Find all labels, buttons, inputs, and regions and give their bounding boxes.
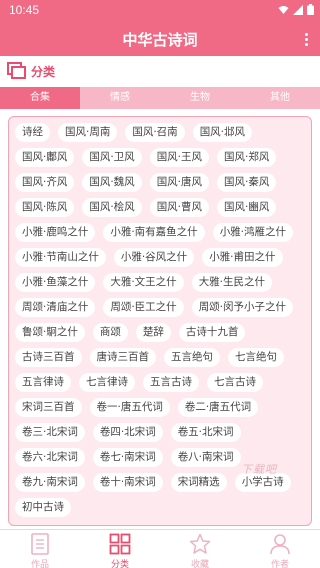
category-chip[interactable]: 小雅·节南山之什	[15, 248, 106, 267]
category-chip[interactable]: 宋词三百首	[15, 398, 82, 417]
category-chip[interactable]: 国风·王风	[149, 148, 210, 167]
category-chip[interactable]: 周颂·臣工之什	[103, 298, 184, 317]
category-chip[interactable]: 卷八·南宋词	[170, 448, 241, 467]
wifi-icon	[278, 5, 289, 18]
category-chip[interactable]: 五言古诗	[143, 373, 199, 392]
category-chip[interactable]: 七言律诗	[79, 373, 135, 392]
bottom-nav: 作品 分类 收藏 作者	[0, 529, 320, 568]
category-chip[interactable]: 诗经	[15, 123, 50, 142]
tab-3[interactable]: 其他	[240, 87, 320, 109]
category-chip[interactable]: 大雅·文王之什	[103, 273, 184, 292]
category-chip[interactable]: 小雅·甫田之什	[202, 248, 283, 267]
nav-label: 收藏	[190, 560, 209, 568]
category-chip[interactable]: 国风·周南	[58, 123, 118, 142]
section-header: 分类	[0, 58, 320, 86]
category-chip[interactable]: 五言绝句	[164, 348, 220, 367]
section-title: 分类	[31, 65, 56, 79]
tab-0[interactable]: 合集	[0, 87, 80, 109]
category-chip[interactable]: 古诗三百首	[15, 348, 82, 367]
category-chip[interactable]: 国风·唐风	[149, 173, 210, 192]
system-icons	[278, 4, 314, 18]
status-time: 10:45	[9, 3, 40, 17]
nav-label: 分类	[110, 560, 129, 568]
category-chip[interactable]: 卷一·唐五代词	[89, 398, 170, 417]
app-title: 中华古诗词	[122, 31, 198, 49]
category-chip[interactable]: 商颂	[92, 323, 128, 342]
category-chip[interactable]: 国风·邶风	[192, 123, 253, 142]
watermark: 下载吧	[241, 463, 277, 476]
category-chip[interactable]: 唐诗三百首	[89, 348, 156, 367]
category-chip[interactable]: 周颂·清庙之什	[15, 298, 96, 317]
category-chip[interactable]: 卷四·北宋词	[92, 423, 163, 442]
category-chip[interactable]: 小雅·鱼藻之什	[15, 273, 96, 292]
category-chip[interactable]: 小雅·南有嘉鱼之什	[103, 223, 205, 242]
category-chip[interactable]: 初中古诗	[15, 498, 71, 517]
category-chip[interactable]: 小雅·鸿雁之什	[212, 223, 294, 242]
category-chip[interactable]: 鲁颂·駉之什	[15, 323, 85, 342]
signal-icon	[293, 4, 303, 18]
category-chip[interactable]: 卷七·南宋词	[92, 448, 163, 467]
more-vertical-icon[interactable]	[300, 28, 312, 50]
category-chip[interactable]: 国风·曹风	[149, 198, 210, 217]
category-chip[interactable]: 国风·桧风	[82, 198, 142, 217]
battery-icon	[307, 4, 314, 18]
category-panel: 诗经 国风·周南 国风·召南 国风·邶风 国风·鄘风 国风·卫风 国风·王风 国风·郑风 国风·…	[8, 116, 312, 526]
category-chip[interactable]: 国风·鄘风	[15, 148, 75, 167]
status-bar: 10:45	[0, 0, 320, 22]
nav-label: 作品	[30, 560, 49, 568]
category-chip[interactable]: 古诗十九首	[178, 323, 246, 342]
category-chip[interactable]: 国风·陈风	[15, 198, 75, 217]
nav-item-0[interactable]: 作品	[0, 530, 80, 568]
category-chip[interactable]: 大雅·生民之什	[191, 273, 273, 292]
stacked-squares-icon	[7, 62, 26, 79]
nav-item-1[interactable]: 分类	[80, 530, 160, 568]
category-chip[interactable]: 卷九·南宋词	[15, 473, 85, 492]
tab-2[interactable]: 生物	[160, 87, 240, 109]
category-chip[interactable]: 宋词精选	[170, 473, 227, 492]
category-chip[interactable]: 国风·秦风	[217, 173, 277, 192]
nav-label: 作者	[270, 560, 289, 568]
category-chip[interactable]: 五言律诗	[15, 373, 71, 392]
category-chip[interactable]: 楚辞	[135, 323, 171, 342]
category-chip[interactable]: 小雅·谷风之什	[113, 248, 195, 267]
category-chip[interactable]: 七言绝句	[228, 348, 284, 367]
category-chip[interactable]: 卷十·南宋词	[92, 473, 163, 492]
category-chip[interactable]: 卷二·唐五代词	[177, 398, 259, 417]
category-chip[interactable]: 国风·卫风	[82, 148, 142, 167]
category-chip[interactable]: 国风·齐风	[15, 173, 75, 192]
category-chip[interactable]: 国风·豳风	[217, 198, 277, 217]
category-chip[interactable]: 国风·郑风	[217, 148, 277, 167]
category-chip[interactable]: 卷三·北宋词	[15, 423, 85, 442]
category-chip[interactable]: 七言古诗	[207, 373, 263, 392]
category-chip[interactable]: 国风·召南	[125, 123, 185, 142]
category-chip-list: 诗经 国风·周南 国风·召南 国风·邶风 国风·鄘风 国风·卫风 国风·王风 国风·郑风 国风·…	[15, 123, 307, 517]
nav-item-3[interactable]: 作者	[240, 530, 320, 568]
category-chip[interactable]: 国风·魏风	[82, 173, 142, 192]
category-chip[interactable]: 卷五·北宋词	[170, 423, 241, 442]
category-tabs: 合集 情感 生物 其他	[0, 87, 320, 109]
tab-1[interactable]: 情感	[80, 87, 160, 109]
category-chip[interactable]: 卷六·北宋词	[15, 448, 85, 467]
app-bar: 中华古诗词	[0, 22, 320, 56]
category-chip[interactable]: 小雅·鹿鸣之什	[15, 223, 96, 242]
category-chip[interactable]: 周颂·闵予小子之什	[191, 298, 294, 317]
nav-item-2[interactable]: 收藏	[160, 530, 240, 568]
